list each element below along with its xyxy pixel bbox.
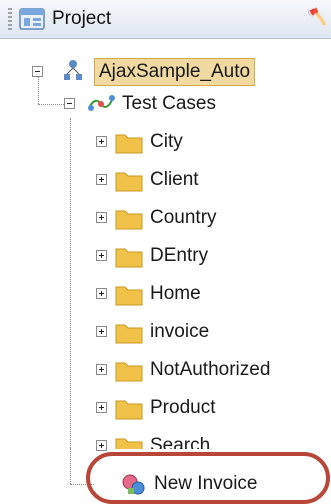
tree-label-home: Home (150, 283, 201, 304)
project-icon (19, 8, 45, 30)
folder-icon (115, 286, 143, 306)
tree-node-city[interactable]: City (114, 128, 183, 156)
expander-search[interactable] (96, 440, 107, 451)
tree-label-client: Client (150, 169, 199, 190)
tree-node-dentry[interactable]: DEntry (114, 242, 208, 270)
folder-icon (115, 248, 143, 268)
panel-title: Project (52, 8, 112, 29)
tree-label-notauthorized: NotAuthorized (150, 359, 271, 380)
folder-icon (115, 362, 143, 382)
tree-label-dentry: DEntry (150, 245, 209, 266)
folder-icon (115, 210, 143, 230)
pin-icon[interactable]: 🪓 (307, 7, 327, 27)
expander-notauthorized[interactable] (96, 364, 107, 375)
tree-node-invoice[interactable]: invoice (114, 318, 209, 346)
tree-node-root[interactable]: AjaxSample_Auto (58, 58, 256, 86)
grip-icon[interactable] (8, 8, 12, 32)
project-tree: AjaxSample_Auto Test Cases City Client C… (0, 38, 331, 502)
folder-icon (115, 324, 143, 344)
tree-node-client[interactable]: Client (114, 166, 199, 194)
expander-root[interactable] (32, 66, 43, 77)
tree-label-product: Product (150, 397, 216, 418)
tree-node-product[interactable]: Product (114, 394, 215, 422)
tree-label-root: AjaxSample_Auto (94, 58, 256, 86)
folder-icon (115, 172, 143, 192)
tree-node-country[interactable]: Country (114, 204, 217, 232)
tree-node-notauthorized[interactable]: NotAuthorized (114, 356, 270, 384)
folder-icon (115, 400, 143, 420)
expander-country[interactable] (96, 212, 107, 223)
project-panel-header: Project 🪓 (0, 0, 331, 39)
tree-label-invoice: invoice (150, 321, 210, 342)
expander-client[interactable] (96, 174, 107, 185)
tree-label-country: Country (150, 207, 217, 228)
expander-invoice[interactable] (96, 326, 107, 337)
folder-icon (115, 134, 143, 154)
test-cases-icon (88, 95, 115, 111)
project-node-icon (64, 60, 82, 80)
tree-label-test-cases: Test Cases (122, 93, 216, 114)
tree-node-home[interactable]: Home (114, 280, 201, 308)
expander-home[interactable] (96, 288, 107, 299)
tree-node-test-cases[interactable]: Test Cases (86, 90, 216, 118)
expander-city[interactable] (96, 136, 107, 147)
tree-label-city: City (150, 131, 183, 152)
expander-product[interactable] (96, 402, 107, 413)
expander-test-cases[interactable] (64, 98, 75, 109)
expander-dentry[interactable] (96, 250, 107, 261)
highlight-oval (86, 452, 330, 504)
